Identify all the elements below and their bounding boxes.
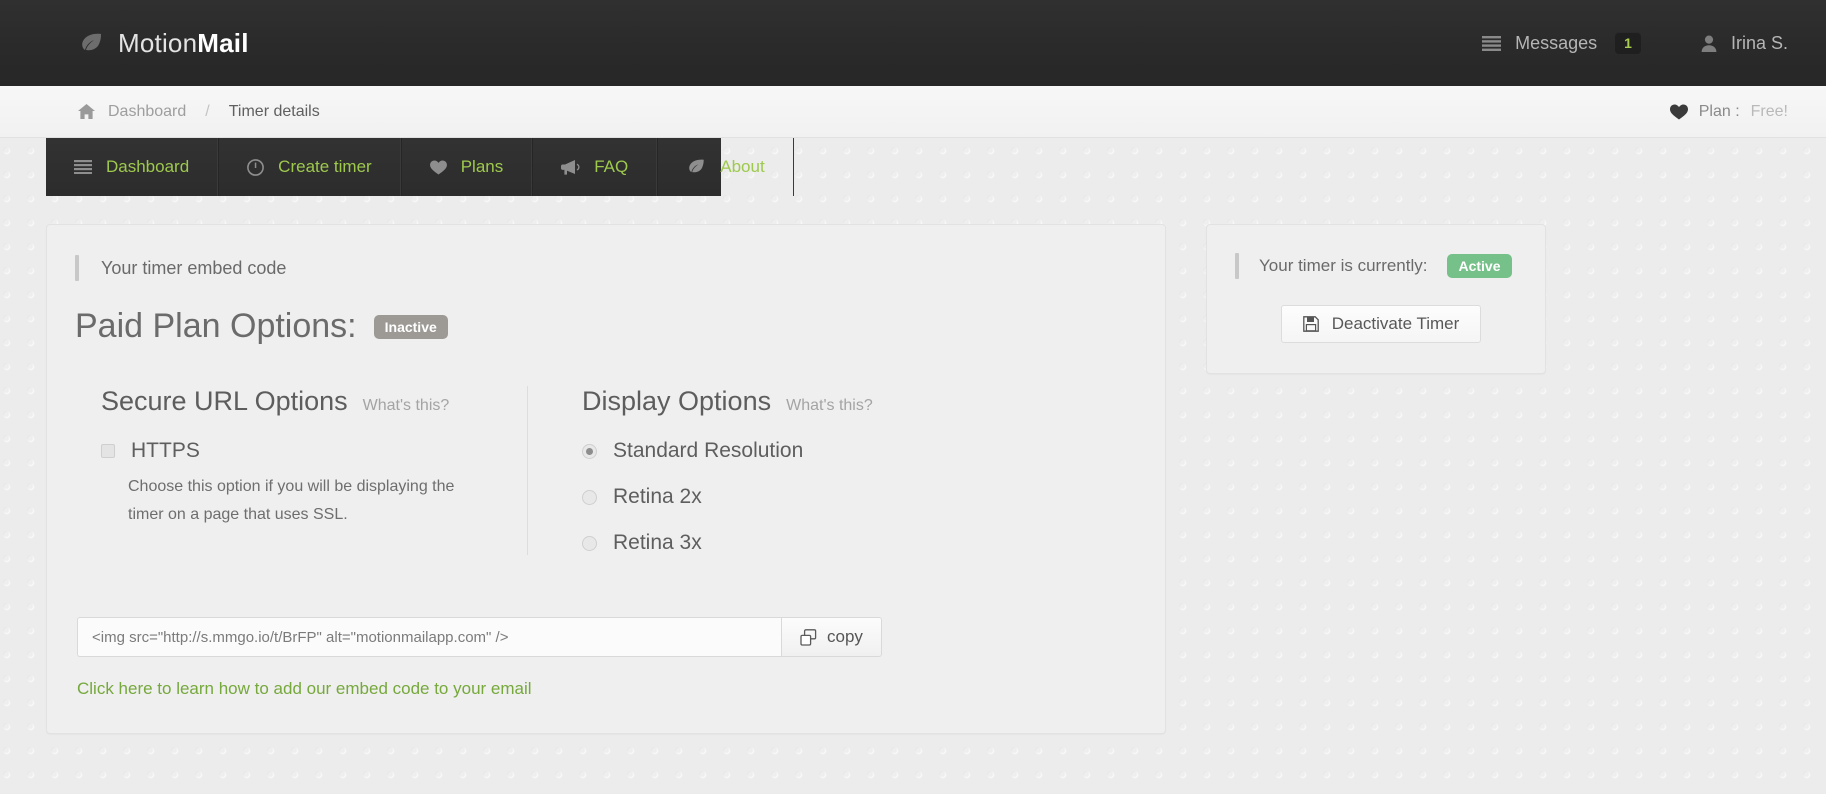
messages-label: Messages — [1515, 32, 1598, 53]
list-icon — [1482, 35, 1502, 51]
radio-label: Retina 3x — [613, 531, 702, 554]
messages-link[interactable]: Messages 1 — [1482, 32, 1641, 54]
radio-row-standard[interactable]: Standard Resolution — [582, 439, 985, 463]
deactivate-timer-label: Deactivate Timer — [1331, 314, 1460, 333]
embed-code-section-header: Your timer embed code — [75, 255, 1131, 281]
page-title-text: Paid Plan Options: — [75, 307, 357, 345]
list-icon — [74, 160, 92, 174]
radio-label: Standard Resolution — [613, 439, 804, 462]
copy-button[interactable]: copy — [781, 617, 882, 657]
leaf-icon — [686, 159, 706, 176]
timer-status-header: Your timer is currently: Active — [1235, 253, 1515, 279]
breadcrumb: Dashboard / Timer details — [78, 103, 320, 121]
brand-text: MotionMail — [118, 28, 249, 59]
radio-retina-3x[interactable] — [582, 535, 597, 551]
breadcrumb-dashboard-link[interactable]: Dashboard — [108, 103, 186, 121]
accent-bar — [75, 255, 79, 281]
breadcrumb-separator: / — [205, 102, 210, 120]
nav-wrapper: Dashboard Create timer Plans FAQ About — [0, 138, 1826, 196]
nav-label: FAQ — [594, 157, 629, 176]
brand-bold: Mail — [197, 27, 249, 58]
display-options-title: Display Options — [582, 386, 772, 416]
embed-code-card: Your timer embed code Paid Plan Options:… — [46, 224, 1166, 734]
copy-icon — [800, 628, 817, 646]
radio-label: Retina 2x — [613, 485, 702, 508]
user-menu-link[interactable]: Irina S. — [1701, 33, 1788, 54]
radio-retina-2x[interactable] — [582, 489, 597, 505]
https-checkbox[interactable] — [101, 444, 115, 458]
nav-item-about[interactable]: About — [657, 138, 794, 196]
plan-label: Plan : — [1698, 102, 1740, 120]
nav-label: About — [720, 157, 765, 176]
top-bar-right: Messages 1 Irina S. — [1482, 32, 1788, 54]
nav-item-dashboard[interactable]: Dashboard — [46, 138, 219, 196]
options-row: Secure URL Options What's this? HTTPS Ch… — [75, 386, 1131, 555]
person-icon — [1701, 35, 1717, 52]
nav-label: Dashboard — [106, 157, 190, 176]
clock-icon — [247, 158, 265, 176]
home-icon — [78, 104, 95, 119]
radio-row-retina-3x[interactable]: Retina 3x — [582, 531, 985, 555]
user-name: Irina S. — [1730, 32, 1788, 53]
display-options-whats-this-link[interactable]: What's this? — [786, 397, 873, 415]
messages-count-badge: 1 — [1615, 32, 1641, 54]
nav-label: Plans — [460, 157, 504, 176]
copy-button-label: copy — [827, 627, 863, 646]
nav-item-faq[interactable]: FAQ — [532, 138, 658, 196]
secure-url-options-group: Secure URL Options What's this? HTTPS Ch… — [75, 386, 527, 555]
main-nav: Dashboard Create timer Plans FAQ About — [46, 138, 794, 196]
deactivate-timer-button[interactable]: Deactivate Timer — [1281, 305, 1481, 343]
https-checkbox-label: HTTPS — [131, 439, 200, 462]
learn-embed-code-link[interactable]: Click here to learn how to add our embed… — [77, 679, 532, 699]
nav-item-plans[interactable]: Plans — [400, 138, 533, 196]
breadcrumb-bar: Dashboard / Timer details Plan : Free! — [0, 86, 1826, 138]
accent-bar — [1235, 253, 1239, 279]
brand-logo-link[interactable]: MotionMail — [78, 28, 249, 59]
brand-light: Motion — [118, 27, 198, 58]
timer-status-label: Your timer is currently: — [1259, 256, 1428, 275]
display-options-group: Display Options What's this? Standard Re… — [527, 386, 1027, 555]
nav-item-create-timer[interactable]: Create timer — [218, 138, 401, 196]
status-badge-inactive: Inactive — [373, 314, 448, 339]
plan-value: Free! — [1750, 102, 1788, 120]
https-helper-text: Choose this option if you will be displa… — [128, 478, 455, 523]
heart-icon — [1669, 104, 1688, 120]
embed-code-input[interactable] — [77, 617, 781, 657]
top-bar: MotionMail Messages 1 Irina S. — [0, 0, 1826, 86]
save-icon — [1302, 316, 1319, 332]
plan-info: Plan : Free! — [1669, 102, 1788, 121]
heart-icon — [429, 159, 447, 175]
https-checkbox-row[interactable]: HTTPS — [101, 439, 485, 463]
radio-standard-resolution[interactable] — [582, 443, 597, 459]
secure-url-header: Secure URL Options What's this? — [101, 386, 485, 417]
display-options-header: Display Options What's this? — [582, 386, 985, 417]
secure-url-title: Secure URL Options — [101, 386, 348, 416]
megaphone-icon — [561, 159, 580, 175]
breadcrumb-current: Timer details — [228, 102, 320, 120]
radio-row-retina-2x[interactable]: Retina 2x — [582, 485, 985, 509]
section-title: Your timer embed code — [101, 257, 287, 278]
timer-status-card: Your timer is currently: Active Deactiva… — [1206, 224, 1546, 374]
leaf-icon — [78, 30, 104, 56]
status-badge-active: Active — [1447, 254, 1512, 278]
embed-code-row: copy — [77, 617, 1131, 657]
nav-label: Create timer — [278, 157, 372, 176]
page-body: Your timer embed code Paid Plan Options:… — [0, 196, 1826, 734]
page-title: Paid Plan Options: Inactive — [75, 307, 1131, 346]
secure-url-whats-this-link[interactable]: What's this? — [363, 397, 450, 415]
